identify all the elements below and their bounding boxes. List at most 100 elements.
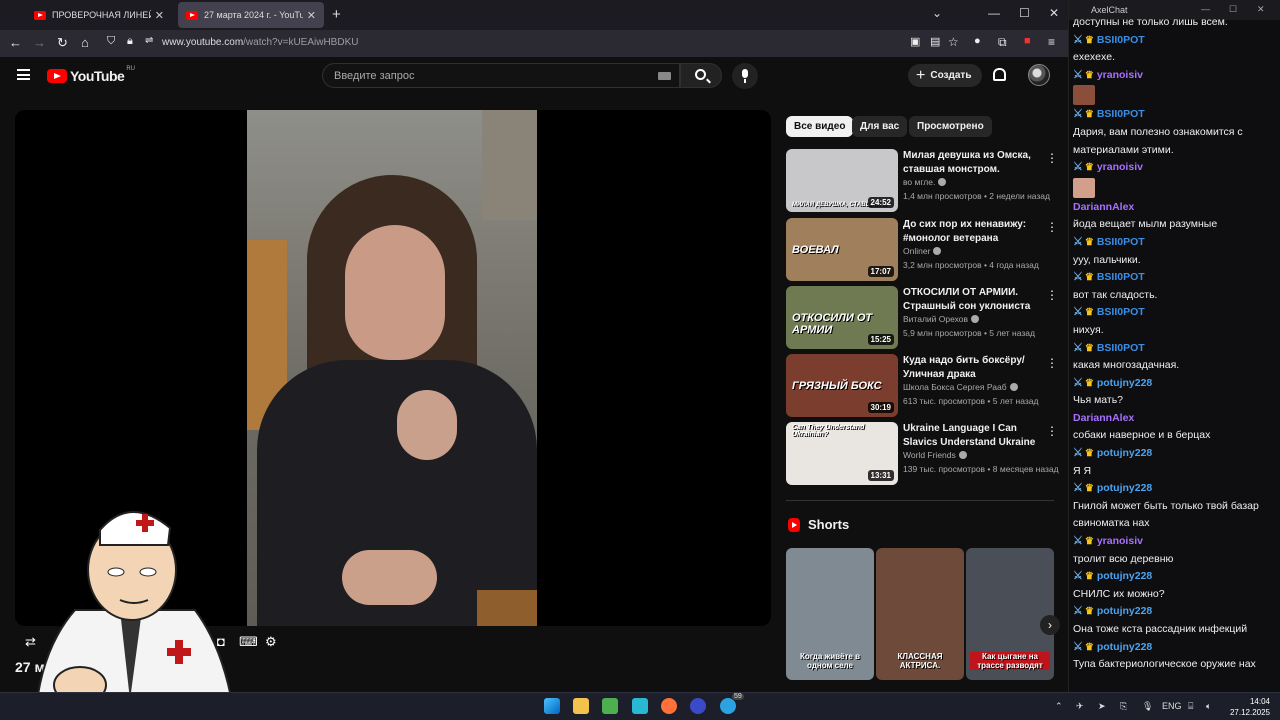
video-title[interactable]: Милая девушка из Омска, ставшая монстром… — [903, 149, 1043, 177]
extension-badge-icon[interactable]: ■ — [1024, 35, 1031, 47]
forward-icon[interactable]: → — [33, 35, 46, 50]
more-options-icon[interactable]: ⋮ — [1046, 356, 1058, 370]
close-icon[interactable]: ✕ — [155, 9, 164, 22]
more-options-icon[interactable]: ⋮ — [1046, 220, 1058, 234]
chat-username[interactable]: ⚔ ♛ potujny228 — [1073, 568, 1279, 586]
short-item[interactable]: КЛАССНАЯ АКТРИСА. — [876, 548, 964, 680]
chat-username[interactable]: ⚔ ♛ BSII0POT — [1073, 32, 1279, 50]
chat-username[interactable]: ⚔ ♛ potujny228 — [1073, 480, 1279, 498]
minimize-icon[interactable]: — — [1201, 4, 1210, 14]
chat-username[interactable]: ⚔ ♛ BSII0POT — [1073, 304, 1279, 322]
video-thumbnail[interactable]: ГРЯЗНЫЙ БОКС 30:19 — [786, 354, 898, 417]
firefox-icon[interactable] — [661, 698, 677, 714]
permissions-icon[interactable]: ⇌ — [145, 35, 153, 46]
create-button[interactable]: + Создать — [908, 64, 982, 87]
telegram-icon[interactable] — [720, 698, 736, 714]
search-button[interactable] — [680, 63, 722, 88]
chat-username[interactable]: ⚔ ♛ BSII0POT — [1073, 340, 1279, 358]
minimize-icon[interactable]: — — [988, 6, 1000, 20]
chat-username[interactable]: DariannAlex — [1073, 410, 1279, 428]
media-player-icon[interactable] — [690, 698, 706, 714]
shorts-next-arrow-icon[interactable]: › — [1040, 615, 1060, 635]
recommendation-item[interactable]: МИЛАЯ ДЕВУШКА, СТАВШАЯ М 24:52 Милая девуш… — [786, 149, 1058, 212]
recommendation-item[interactable]: Can They Understand Ukrainian? 13:31 Ukrai… — [786, 422, 1059, 485]
video-title[interactable]: Ukraine Language I Can Slavics Understan… — [903, 422, 1043, 450]
file-explorer-icon[interactable] — [573, 698, 589, 714]
maximize-icon[interactable]: ☐ — [1019, 6, 1030, 20]
video-thumbnail[interactable]: МИЛАЯ ДЕВУШКА, СТАВШАЯ М 24:52 — [786, 149, 898, 212]
close-icon[interactable]: ✕ — [307, 9, 316, 22]
tray-chevron-icon[interactable]: ⌃ — [1055, 701, 1063, 712]
recommendation-item[interactable]: ВОЕВАЛ 17:07 До сих пор их ненавижу: #моно… — [786, 218, 1058, 281]
language-indicator[interactable]: ENG — [1162, 701, 1182, 711]
avatar[interactable] — [1028, 64, 1050, 86]
volume-icon[interactable]: 🔈︎ — [1206, 701, 1211, 712]
tab-list-chevron-icon[interactable]: ⌄ — [932, 6, 942, 20]
chat-username[interactable]: ⚔ ♛ yranoisiv — [1073, 533, 1279, 551]
channel-name[interactable]: Виталий Орехов — [903, 314, 980, 324]
notepad-icon[interactable] — [632, 698, 648, 714]
chat-username[interactable]: ⚔ ♛ potujny228 — [1073, 639, 1279, 657]
keyboard-icon[interactable] — [658, 72, 671, 80]
tray-mic-icon[interactable]: 🎙︎ — [1142, 701, 1153, 712]
chat-username[interactable]: ⚔ ♛ yranoisiv — [1073, 159, 1279, 177]
video-title[interactable]: ОТКОСИЛИ ОТ АРМИИ. Страшный сон уклонист… — [903, 286, 1043, 314]
picture-icon[interactable]: ▣ — [910, 35, 920, 48]
tray-usb-icon[interactable]: ⎘ — [1120, 701, 1127, 712]
channel-name[interactable]: World Friends — [903, 450, 967, 460]
lock-icon[interactable]: 🔒︎ — [127, 35, 133, 48]
chat-username[interactable]: ⚔ ♛ potujny228 — [1073, 375, 1279, 393]
new-tab-icon[interactable]: + — [332, 6, 341, 23]
tray-telegram-icon[interactable]: ➤ — [1098, 701, 1106, 712]
channel-name[interactable]: во мгле. — [903, 177, 947, 187]
video-thumbnail[interactable]: ВОЕВАЛ 17:07 — [786, 218, 898, 281]
video-thumbnail[interactable]: ОТКОСИЛИ ОТ АРМИИ 15:25 — [786, 286, 898, 349]
windows-start-icon[interactable] — [544, 698, 560, 714]
more-options-icon[interactable]: ⋮ — [1046, 424, 1058, 438]
system-clock[interactable]: 14:04 27.12.2025 — [1224, 696, 1270, 718]
reload-icon[interactable]: ↻ — [57, 35, 68, 51]
address-bar[interactable]: www.youtube.com/watch?v=kUEAiwHBDKU — [162, 37, 358, 48]
chat-username[interactable]: ⚔ ♛ potujny228 — [1073, 603, 1279, 621]
chat-username[interactable]: ⚔ ♛ BSII0POT — [1073, 234, 1279, 252]
video-thumbnail[interactable]: Can They Understand Ukrainian? 13:31 — [786, 422, 898, 485]
tray-app-icon[interactable]: ✈ — [1076, 701, 1084, 712]
bookmark-star-icon[interactable]: ☆ — [948, 35, 959, 49]
network-icon[interactable]: ⌸ — [1188, 701, 1193, 712]
home-icon[interactable]: ⌂ — [81, 35, 89, 50]
more-options-icon[interactable]: ⋮ — [1046, 151, 1058, 165]
recommendation-item[interactable]: ГРЯЗНЫЙ БОКС 30:19 Куда надо бить боксёру/… — [786, 354, 1058, 417]
video-title[interactable]: До сих пор их ненавижу: #монолог ветеран… — [903, 218, 1043, 246]
voice-search-mic-icon[interactable] — [732, 63, 758, 89]
chat-username[interactable]: ⚔ ♛ potujny228 — [1073, 445, 1279, 463]
chat-username[interactable]: ⚔ ♛ BSII0POT — [1073, 269, 1279, 287]
video-title[interactable]: Куда надо бить боксёру/ Уличная драка — [903, 354, 1043, 382]
hamburger-menu-icon[interactable] — [17, 69, 30, 80]
image-viewer-icon[interactable] — [602, 698, 618, 714]
chat-username[interactable]: ⚔ ♛ BSII0POT — [1073, 106, 1279, 124]
chip-all-videos[interactable]: Все видео — [786, 116, 854, 137]
short-item[interactable]: Как цыгане на трассе разводят — [966, 548, 1054, 680]
back-icon[interactable]: ← — [9, 35, 22, 50]
tab-youtube-active[interactable]: 27 марта 2024 г. - YouTube ✕ — [178, 2, 324, 28]
window-close-icon[interactable]: ✕ — [1049, 6, 1059, 20]
account-icon[interactable]: ● — [974, 35, 981, 47]
tab-proverochnaya[interactable]: ПРОВЕРОЧНАЯ ЛИНЕЙКА - М ✕ — [26, 2, 172, 28]
extensions-icon[interactable]: ⧉ — [998, 35, 1007, 50]
chat-username[interactable]: ⚔ ♛ yranoisiv — [1073, 67, 1279, 85]
youtube-logo[interactable]: YouTube RU — [47, 66, 135, 84]
recommendation-item[interactable]: ОТКОСИЛИ ОТ АРМИИ 15:25 ОТКОСИЛИ ОТ АРМИИ.… — [786, 286, 1058, 349]
search-input[interactable]: Введите запрос — [322, 63, 680, 88]
channel-name[interactable]: Школа Бокса Сергея Рааб — [903, 382, 1018, 392]
settings-gear-icon[interactable]: ⚙ — [265, 634, 277, 650]
channel-name[interactable]: Onliner — [903, 246, 942, 256]
more-options-icon[interactable]: ⋮ — [1046, 288, 1058, 302]
chat-username[interactable]: DariannAlex — [1073, 199, 1279, 217]
chip-watched[interactable]: Просмотрено — [909, 116, 992, 137]
short-item[interactable]: Когда живёте в одном селе — [786, 548, 874, 680]
reader-icon[interactable]: ▤ — [930, 35, 940, 48]
shield-icon[interactable]: ⛉ — [107, 35, 115, 48]
menu-icon[interactable]: ≡ — [1048, 35, 1055, 49]
chip-for-you[interactable]: Для вас — [852, 116, 908, 137]
notifications-bell-icon[interactable] — [993, 68, 1006, 81]
